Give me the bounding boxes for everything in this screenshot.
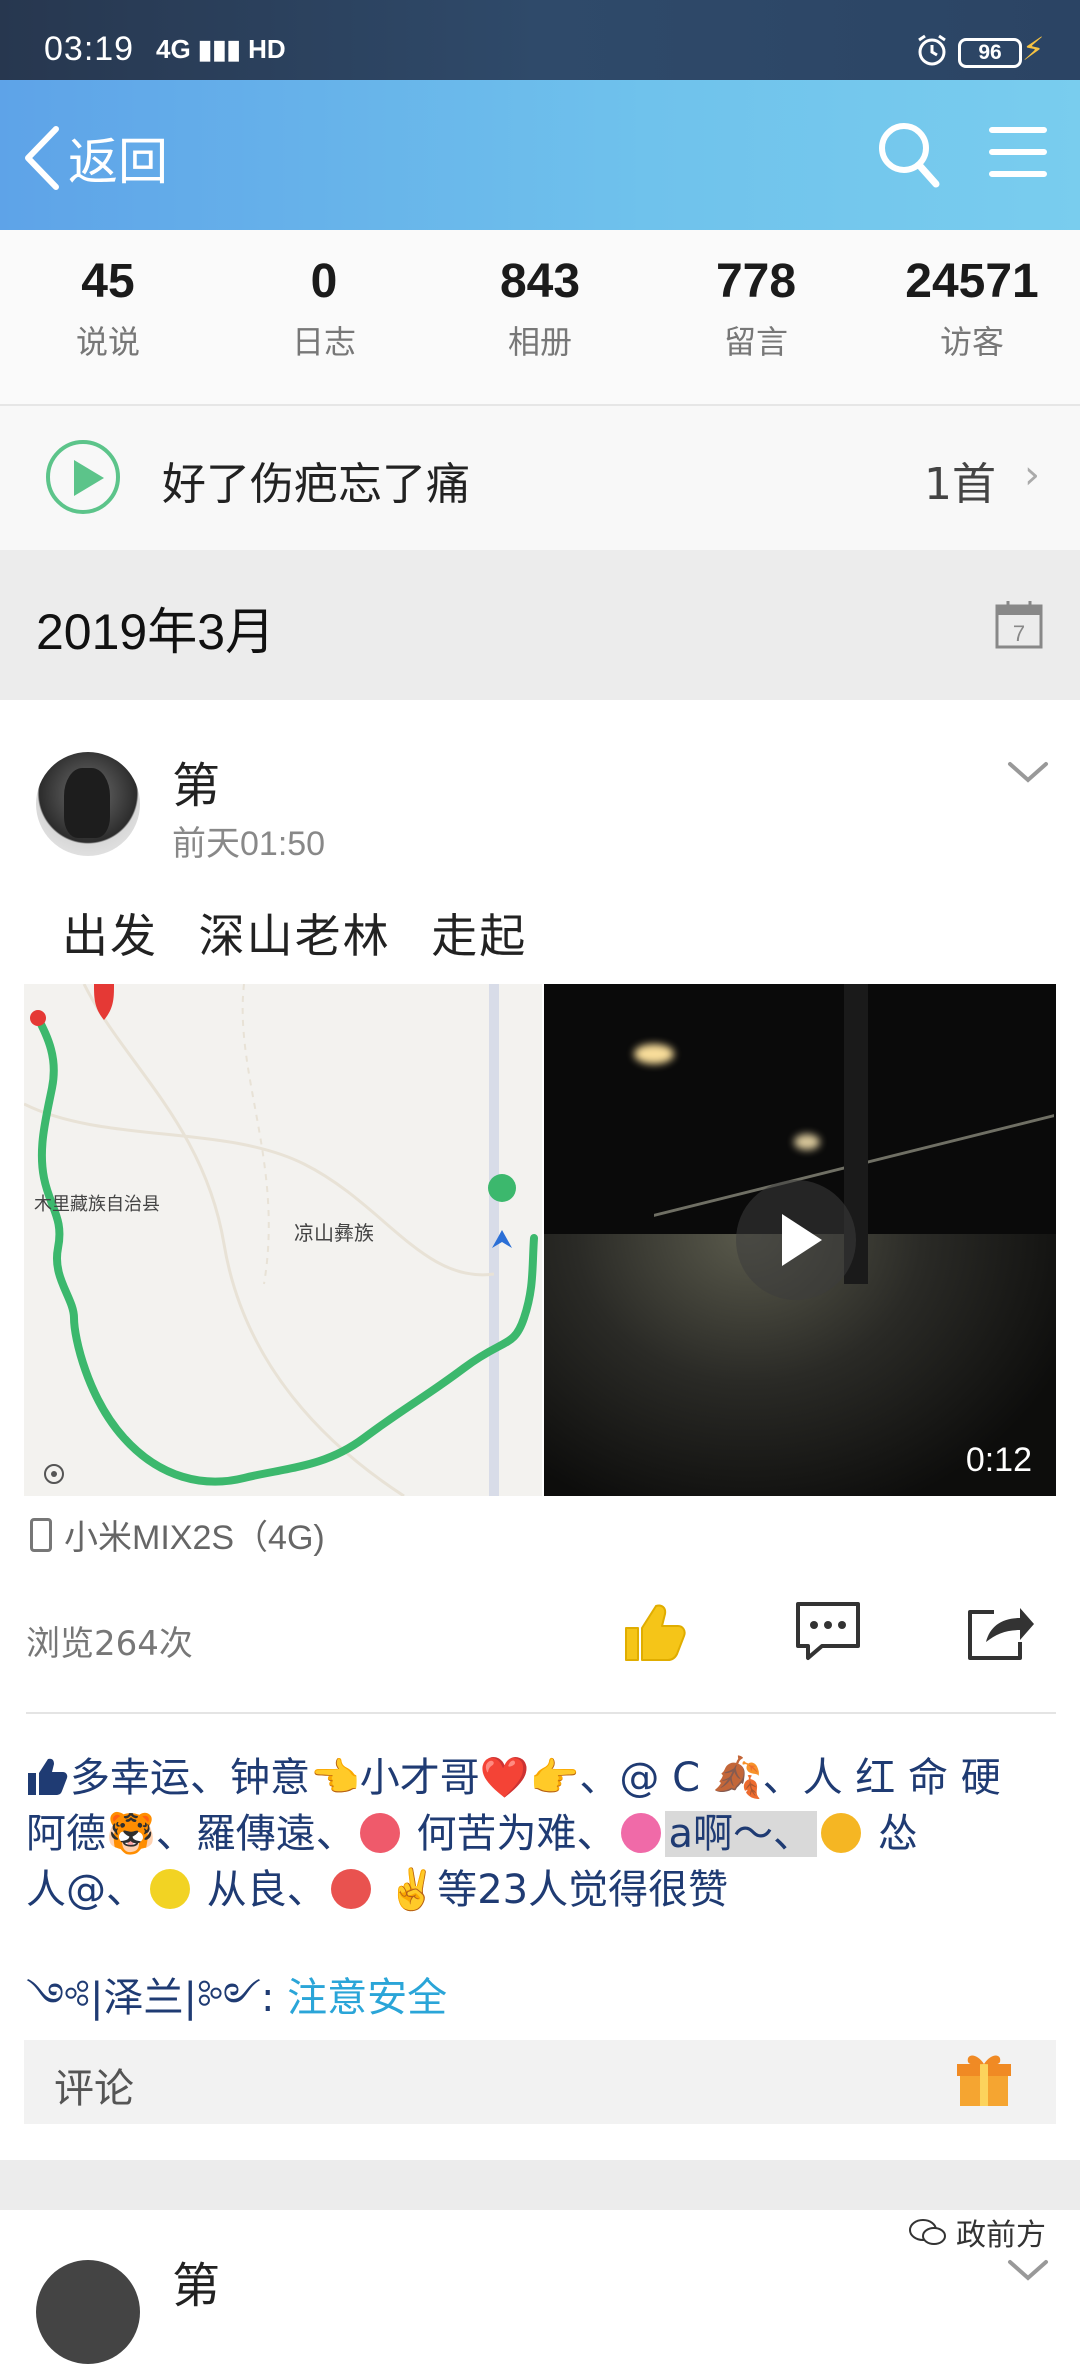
alarm-icon xyxy=(918,34,946,66)
share-button[interactable] xyxy=(964,1598,1036,1664)
watermark-text: 政前方 xyxy=(956,2218,1046,2253)
avatar[interactable] xyxy=(36,2260,140,2364)
comment-input[interactable]: 评论 xyxy=(24,2040,1056,2124)
likes-line-2a: 阿德🐯、羅傳遠、 xyxy=(26,1811,356,1857)
profile-stats: 45 说说 0 日志 843 相册 778 留言 24571 访客 xyxy=(0,230,1080,406)
nav-bar: 返回 xyxy=(0,80,1080,230)
likes-list[interactable]: 多幸运、钟意👈小才哥❤️👉、@ C 🍂、人 红 命 硬 阿德🐯、羅傳遠、 何苦为… xyxy=(26,1750,1046,1918)
stat-number: 0 xyxy=(310,255,338,308)
likes-line-3c: ✌️等23人觉得很赞 xyxy=(374,1867,729,1913)
comment-author[interactable]: ༺|泽兰|༻ xyxy=(26,1975,261,2021)
post-username[interactable]: 第 xyxy=(172,2246,220,2316)
view-count: 浏览264次 xyxy=(26,1624,193,1664)
status-time: 03:19 xyxy=(44,30,135,68)
calendar-icon[interactable]: 7 xyxy=(994,598,1044,650)
video-thumbnail[interactable]: 0:12 xyxy=(544,984,1056,1496)
divider xyxy=(26,1712,1056,1714)
stat-number: 45 xyxy=(81,255,135,308)
phone-icon xyxy=(30,1517,52,1552)
likes-line-1: 多幸运、钟意👈小才哥❤️👉、@ C 🍂、人 红 命 硬 xyxy=(70,1755,1001,1801)
map-graphic: 凉山彝族 木里藏族自治县 xyxy=(24,984,542,1496)
thumbs-up-icon xyxy=(26,1756,70,1796)
stat-messages[interactable]: 778 留言 xyxy=(648,230,864,404)
svg-text:7: 7 xyxy=(1013,621,1025,646)
svg-text:木里藏族自治县: 木里藏族自治县 xyxy=(34,1194,160,1215)
likes-line-2c: a啊～、 xyxy=(664,1811,818,1857)
stat-number: 24571 xyxy=(905,255,1039,308)
date-label: 2019年3月 xyxy=(36,604,276,660)
likes-line-3b: 从良、 xyxy=(194,1867,327,1913)
likes-line-3a: 人@、 xyxy=(26,1867,146,1913)
stat-label: 访客 xyxy=(939,323,1004,361)
stat-visitors[interactable]: 24571 访客 xyxy=(864,230,1080,404)
comment-button[interactable] xyxy=(792,1598,864,1664)
wechat-icon xyxy=(909,2219,946,2245)
play-icon[interactable] xyxy=(46,440,120,514)
gift-icon[interactable] xyxy=(954,2050,1014,2110)
chevron-right-icon: › xyxy=(1024,452,1040,498)
post-card: 第 前天01:50 出发 深山老林 走起 凉山彝族 木里藏族自治县 0:12 小… xyxy=(0,700,1080,2160)
stat-label: 相册 xyxy=(507,323,572,361)
comment-text: 注意安全 xyxy=(287,1975,448,2021)
chevron-left-icon xyxy=(25,126,59,190)
stat-blog[interactable]: 0 日志 xyxy=(216,230,432,404)
post-text: 出发 深山老林 走起 xyxy=(62,909,528,963)
star-emoji-icon xyxy=(620,1813,661,1853)
stat-number: 778 xyxy=(715,255,797,308)
watermark: 政前方 xyxy=(908,2210,1046,2254)
stat-number: 843 xyxy=(499,255,581,308)
likes-line-2d: 怂 xyxy=(865,1811,918,1857)
svg-text:凉山彝族: 凉山彝族 xyxy=(294,1221,374,1245)
shield-emoji-icon xyxy=(330,1869,371,1909)
post-time: 前天01:50 xyxy=(172,825,326,863)
network-indicator: 4G ▮▮▮ HD xyxy=(156,34,286,64)
device-label: 小米MIX2S（4G) xyxy=(64,1519,325,1557)
comment-separator: : xyxy=(260,1975,275,2021)
stat-album[interactable]: 843 相册 xyxy=(432,230,648,404)
post-username[interactable]: 第 xyxy=(172,746,220,816)
play-icon[interactable] xyxy=(736,1180,856,1300)
device-info: 小米MIX2S（4G) xyxy=(30,1510,325,1559)
stat-label: 日志 xyxy=(291,323,356,361)
video-duration: 0:12 xyxy=(965,1441,1032,1479)
likes-line-2b: 何苦为难、 xyxy=(403,1811,617,1857)
back-label: 返回 xyxy=(68,133,168,191)
search-icon[interactable] xyxy=(876,120,940,188)
ball-emoji-icon xyxy=(150,1869,190,1909)
stat-shuoshuo[interactable]: 45 说说 xyxy=(0,230,216,404)
stat-label: 留言 xyxy=(723,323,788,361)
battery-indicator: 96 xyxy=(958,38,1022,68)
flower-emoji-icon xyxy=(359,1813,400,1853)
menu-icon[interactable] xyxy=(988,124,1048,180)
avatar[interactable] xyxy=(36,752,140,856)
music-row[interactable]: 好了伤疤忘了痛 1首 › xyxy=(0,406,1080,550)
route-map-image[interactable]: 凉山彝族 木里藏族自治县 xyxy=(24,984,542,1496)
like-button[interactable] xyxy=(620,1598,688,1666)
chevron-down-icon[interactable] xyxy=(1006,758,1050,786)
music-count: 1首 xyxy=(924,459,996,510)
stat-label: 说说 xyxy=(75,323,140,361)
comment-placeholder: 评论 xyxy=(54,2066,134,2112)
charging-icon: ⚡ xyxy=(1022,30,1045,68)
back-button[interactable]: 返回 xyxy=(22,118,168,198)
crown-emoji-icon xyxy=(821,1813,862,1853)
date-header: 2019年3月 7 xyxy=(0,550,1080,700)
music-title: 好了伤疤忘了痛 xyxy=(162,459,470,510)
section-separator xyxy=(0,2160,1080,2210)
